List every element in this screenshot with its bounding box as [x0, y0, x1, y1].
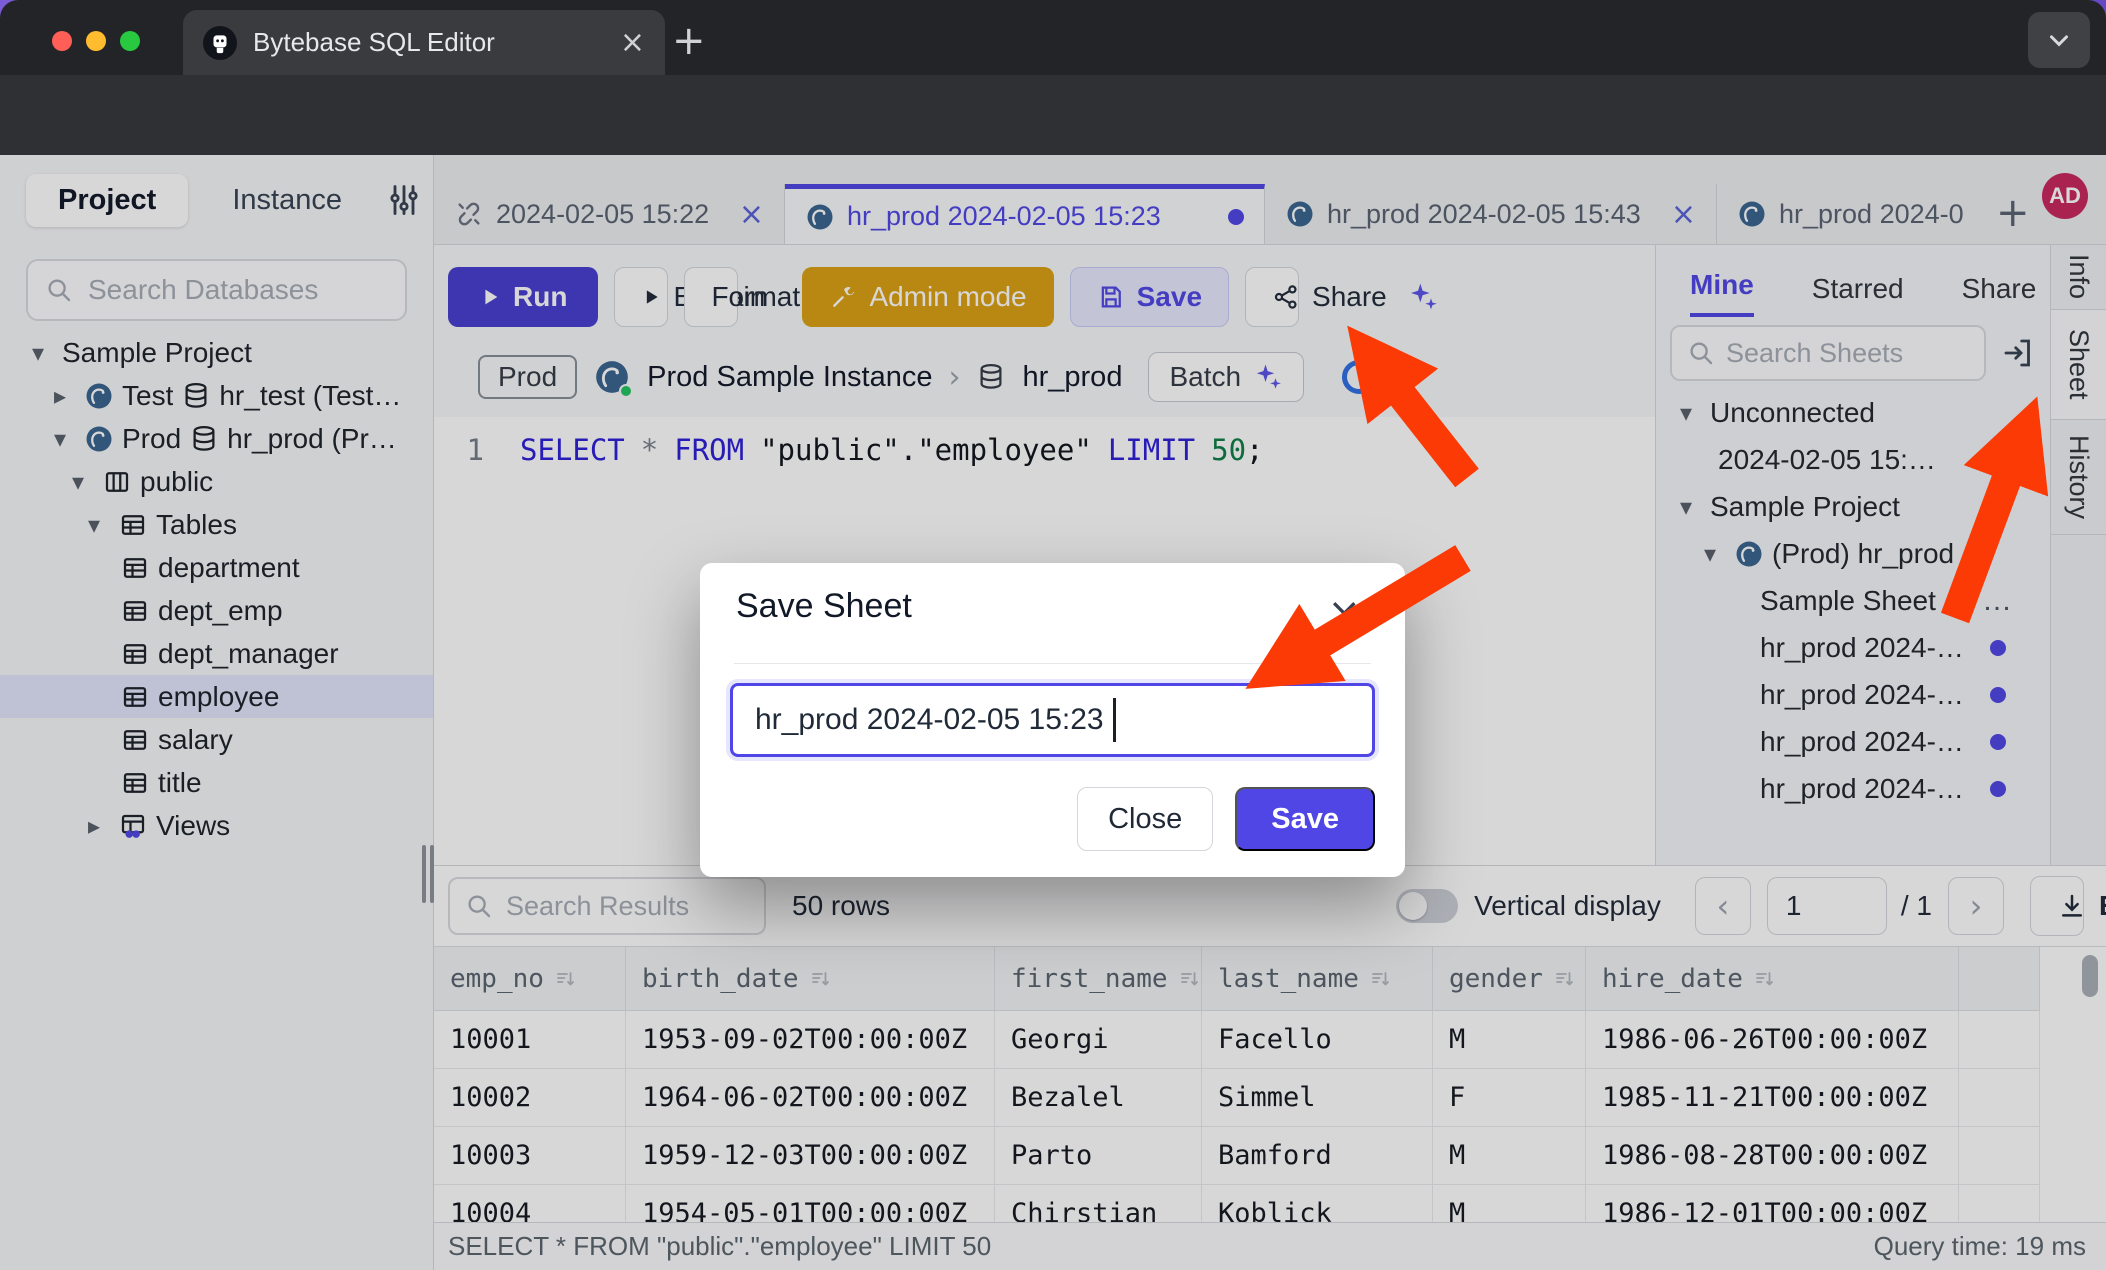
new-browser-tab-button[interactable]: + [672, 18, 706, 64]
text-caret [1113, 698, 1116, 742]
close-dialog-icon[interactable]: × [1327, 593, 1361, 633]
dialog-save-button[interactable]: Save [1235, 787, 1375, 851]
browser-window: Bytebase SQL Editor × + localhost:8080/s… [0, 0, 2106, 1270]
bytebase-favicon [203, 26, 237, 60]
browser-tab[interactable]: Bytebase SQL Editor × [183, 10, 665, 75]
screen: Bytebase SQL Editor × + localhost:8080/s… [0, 0, 2106, 1270]
close-tab-icon[interactable]: × [620, 25, 645, 60]
close-window-button[interactable] [52, 31, 72, 51]
browser-tabbar: Bytebase SQL Editor × + [0, 0, 2106, 75]
save-sheet-dialog: Save Sheet × Close Save [700, 563, 1405, 877]
dialog-title: Save Sheet [736, 587, 912, 626]
zoom-window-button[interactable] [120, 31, 140, 51]
browser-tab-title: Bytebase SQL Editor [253, 27, 604, 58]
sheet-name-input[interactable] [730, 683, 1375, 757]
dialog-divider [734, 663, 1371, 664]
browser-toolbar: localhost:8080/sql-editor/prod-sample-in… [0, 75, 2106, 155]
dialog-close-button[interactable]: Close [1077, 787, 1213, 851]
tab-search-button[interactable] [2028, 12, 2090, 68]
minimize-window-button[interactable] [86, 31, 106, 51]
